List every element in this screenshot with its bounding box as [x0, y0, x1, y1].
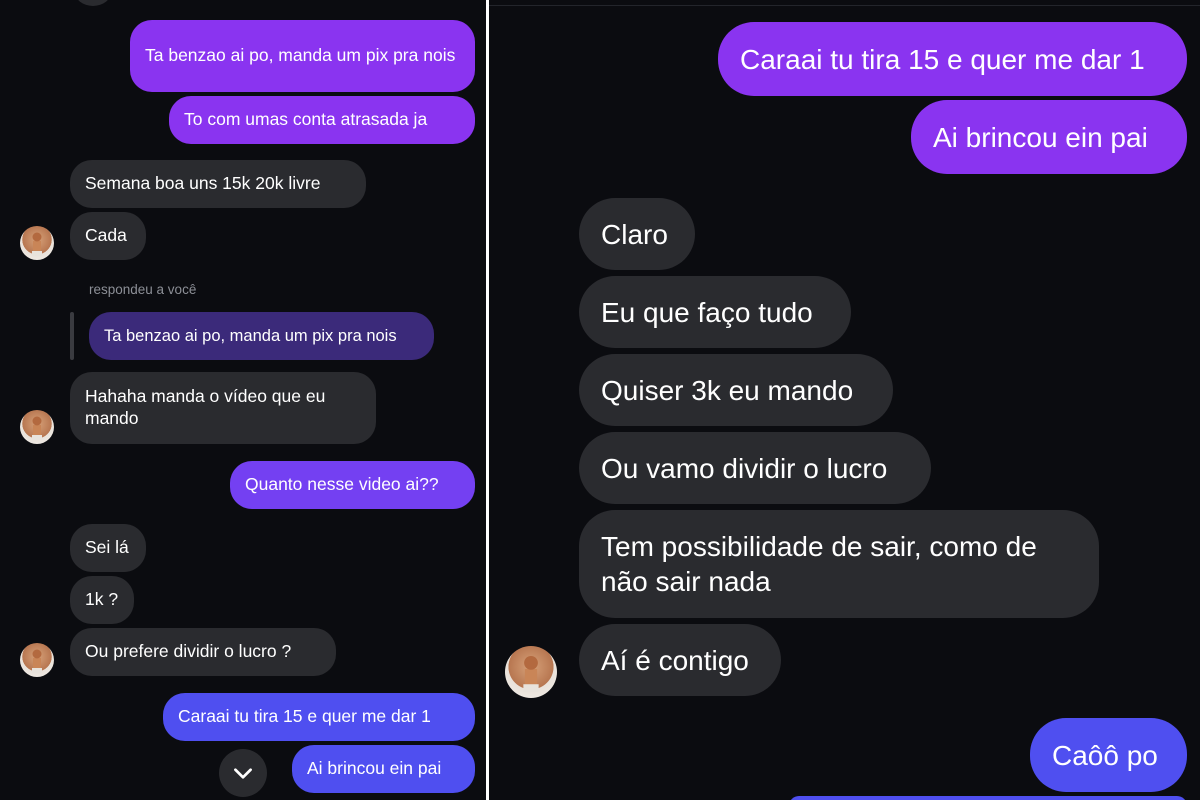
contact-avatar[interactable]	[20, 410, 54, 444]
partial-avatar	[75, 0, 111, 6]
chevron-down-icon	[234, 768, 252, 779]
reply-label: respondeu a você	[89, 282, 197, 297]
message-sent-partial	[789, 796, 1187, 800]
message-received[interactable]: Ou prefere dividir o lucro ?	[70, 628, 336, 676]
message-sent[interactable]: Quanto nesse video ai??	[230, 461, 475, 509]
scroll-down-button[interactable]	[219, 749, 267, 797]
message-received[interactable]: Quiser 3k eu mando	[579, 354, 893, 426]
message-received[interactable]: Cada	[70, 212, 146, 260]
message-received[interactable]: Ou vamo dividir o lucro	[579, 432, 931, 504]
message-received[interactable]: Sei lá	[70, 524, 146, 572]
message-received[interactable]: 1k ?	[70, 576, 134, 624]
message-received[interactable]: Semana boa uns 15k 20k livre	[70, 160, 366, 208]
left-chat-panel: Ta benzao ai po, manda um pix pra nois T…	[0, 0, 486, 800]
message-sent[interactable]: Ta benzao ai po, manda um pix pra nois	[130, 20, 475, 92]
message-received[interactable]: Aí é contigo	[579, 624, 781, 696]
contact-avatar[interactable]	[20, 643, 54, 677]
right-chat-panel: Caraai tu tira 15 e quer me dar 1 Ai bri…	[489, 0, 1200, 800]
divider	[489, 5, 1200, 6]
message-sent[interactable]: Ai brincou ein pai	[292, 745, 475, 793]
message-received[interactable]: Tem possibilidade de sair, como de não s…	[579, 510, 1099, 618]
message-sent[interactable]: Caraai tu tira 15 e quer me dar 1	[163, 693, 475, 741]
message-sent[interactable]: To com umas conta atrasada ja	[169, 96, 475, 144]
message-received[interactable]: Eu que faço tudo	[579, 276, 851, 348]
quoted-message[interactable]: Ta benzao ai po, manda um pix pra nois	[89, 312, 434, 360]
message-received[interactable]: Hahaha manda o vídeo que eu mando	[70, 372, 376, 444]
message-sent[interactable]: Caôô po	[1030, 718, 1187, 792]
message-received[interactable]: Claro	[579, 198, 695, 270]
reply-bar	[70, 312, 74, 360]
message-sent[interactable]: Ai brincou ein pai	[911, 100, 1187, 174]
message-sent[interactable]: Caraai tu tira 15 e quer me dar 1	[718, 22, 1187, 96]
contact-avatar[interactable]	[20, 226, 54, 260]
contact-avatar[interactable]	[505, 646, 557, 698]
